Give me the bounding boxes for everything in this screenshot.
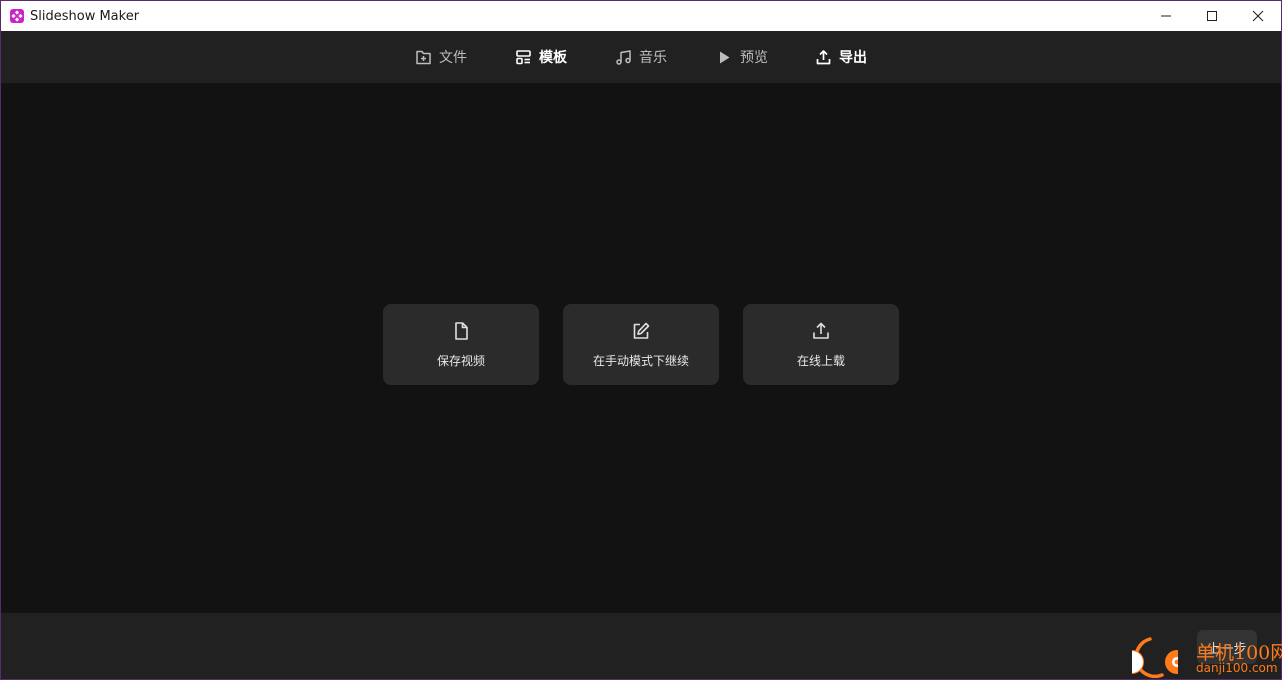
edit-icon [633,322,650,339]
nav-template-label: 模板 [539,50,567,66]
play-icon [720,51,730,63]
upload-icon [813,322,829,339]
watermark-domain: danji100.com [1196,661,1278,675]
app-logo-icon [10,9,24,23]
window-controls [1143,1,1281,31]
minimize-icon [1161,15,1171,17]
manual-mode-card[interactable]: 在手动模式下继续 [563,304,719,385]
close-icon [1252,10,1264,22]
save-video-card[interactable]: 保存视频 [383,304,539,385]
nav-export[interactable]: 导出 [815,31,867,83]
watermark-logo-icon [1132,637,1178,678]
upload-online-card[interactable]: 在线上载 [743,304,899,385]
nav-preview[interactable]: 预览 [716,31,768,83]
title-bar: Slideshow Maker [1,1,1281,31]
nav-file-label: 文件 [439,50,467,66]
minimize-button[interactable] [1143,1,1189,31]
app-window: Slideshow Maker 文件 模板 音乐 预览 导出 保存视频 在手动模… [0,0,1282,680]
nav-export-label: 导出 [839,50,867,66]
maximize-icon [1207,11,1217,21]
file-plus-icon [416,50,431,64]
bottom-bar: 上一步 [1,613,1281,679]
file-icon [455,322,468,340]
nav-file[interactable]: 文件 [415,31,467,83]
music-note-icon [616,49,631,65]
close-button[interactable] [1235,1,1281,31]
save-video-label: 保存视频 [436,354,485,368]
template-icon [516,49,531,64]
site-watermark: 单机100网 danji100.com [1132,636,1282,678]
manual-mode-label: 在手动模式下继续 [592,354,689,368]
maximize-button[interactable] [1189,1,1235,31]
upload-online-label: 在线上载 [796,354,845,368]
nav-preview-label: 预览 [740,50,768,66]
export-icon [816,49,831,64]
top-nav: 文件 模板 音乐 预览 导出 [1,31,1281,83]
nav-music[interactable]: 音乐 [615,31,667,83]
nav-music-label: 音乐 [639,50,667,66]
nav-template[interactable]: 模板 [515,31,567,83]
window-title: Slideshow Maker [30,8,140,24]
